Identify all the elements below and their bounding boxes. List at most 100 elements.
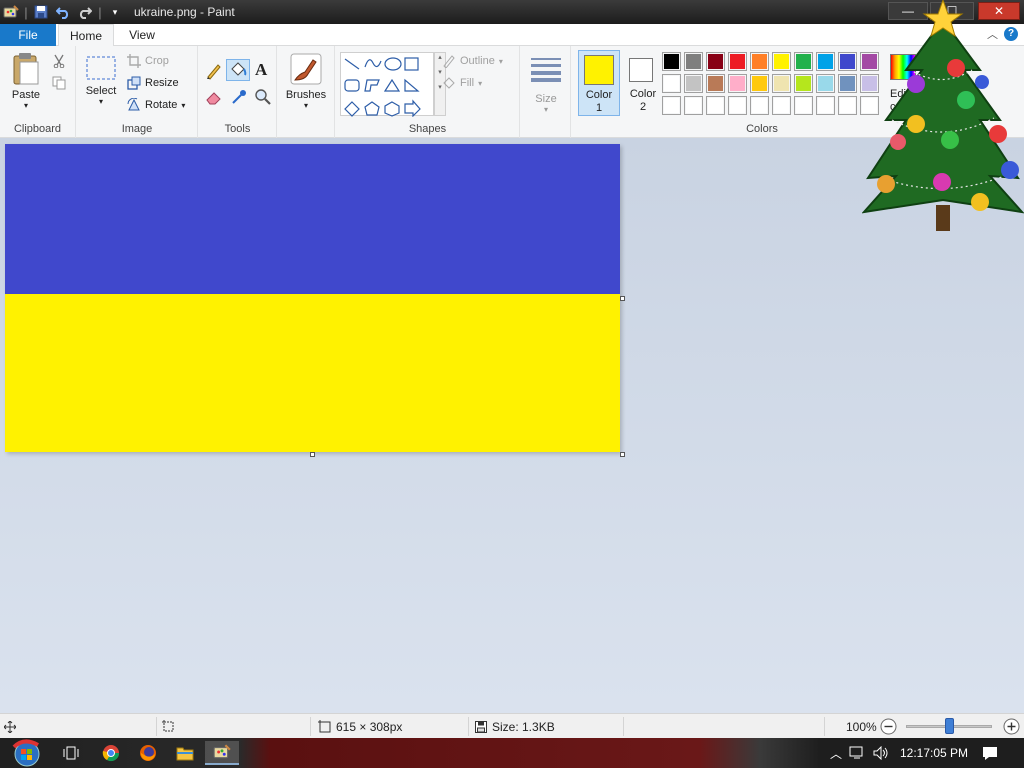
palette-swatch-color bbox=[664, 76, 679, 91]
pencil-icon[interactable] bbox=[205, 62, 223, 83]
palette-swatch[interactable] bbox=[772, 74, 791, 93]
palette-swatch-color bbox=[752, 76, 767, 91]
status-divider bbox=[310, 717, 311, 736]
palette-swatch[interactable] bbox=[728, 52, 747, 71]
select-icon bbox=[86, 56, 116, 80]
palette-swatch[interactable] bbox=[816, 74, 835, 93]
resize-label: Resize bbox=[145, 77, 179, 89]
outline-button[interactable]: Outline ▾ bbox=[442, 54, 503, 68]
palette-swatch[interactable] bbox=[706, 74, 725, 93]
palette-swatch[interactable] bbox=[838, 74, 857, 93]
resize-handle-right[interactable] bbox=[620, 296, 625, 301]
fill-icon bbox=[443, 77, 455, 89]
palette-swatch-color bbox=[752, 98, 767, 113]
color-picker-icon[interactable] bbox=[230, 88, 248, 109]
palette-swatch[interactable] bbox=[706, 52, 725, 71]
color2-swatch bbox=[629, 58, 653, 82]
palette-swatch[interactable] bbox=[816, 96, 835, 115]
rotate-button[interactable]: Rotate ▾ bbox=[127, 98, 185, 112]
shapes-gallery[interactable] bbox=[340, 52, 434, 118]
paint-taskbar-icon[interactable] bbox=[205, 741, 239, 765]
palette-swatch[interactable] bbox=[684, 74, 703, 93]
size-group: Size ▾ bbox=[521, 46, 571, 138]
text-tool-icon[interactable]: A bbox=[255, 60, 267, 80]
palette-swatch-color bbox=[774, 54, 789, 69]
palette-swatch[interactable] bbox=[750, 52, 769, 71]
resize-handle-bottom[interactable] bbox=[310, 452, 315, 457]
volume-icon[interactable] bbox=[870, 746, 892, 760]
palette-swatch[interactable] bbox=[684, 52, 703, 71]
palette-swatch[interactable] bbox=[772, 96, 791, 115]
palette-swatch-color bbox=[686, 76, 701, 91]
fill-bucket-icon[interactable] bbox=[226, 59, 250, 81]
color1-swatch bbox=[584, 55, 614, 85]
fill-label: Fill bbox=[460, 77, 475, 89]
palette-swatch[interactable] bbox=[838, 96, 857, 115]
show-hidden-icons-icon[interactable]: ︿ bbox=[828, 745, 844, 762]
redo-icon[interactable] bbox=[74, 1, 96, 23]
customize-dropdown-icon[interactable]: ▾ bbox=[104, 1, 126, 23]
palette-swatch-color bbox=[818, 54, 833, 69]
palette-swatch[interactable] bbox=[750, 74, 769, 93]
system-tray: ︿ 12:17:05 PM bbox=[828, 738, 998, 768]
tab-home[interactable]: Home bbox=[58, 24, 114, 47]
chrome-icon[interactable] bbox=[96, 741, 126, 765]
palette-swatch[interactable] bbox=[662, 96, 681, 115]
palette-swatch-color bbox=[774, 98, 789, 113]
zoom-slider-thumb[interactable] bbox=[945, 718, 954, 734]
copy-icon[interactable] bbox=[52, 76, 66, 93]
palette-swatch[interactable] bbox=[706, 96, 725, 115]
palette-swatch[interactable] bbox=[794, 74, 813, 93]
select-button[interactable]: Select ▾ bbox=[83, 54, 119, 106]
brushes-button[interactable]: Brushes ▾ bbox=[284, 52, 328, 110]
eraser-icon[interactable] bbox=[205, 88, 223, 109]
size-button[interactable]: Size ▾ bbox=[527, 56, 565, 114]
action-center-icon[interactable] bbox=[982, 746, 998, 761]
crop-button[interactable]: Crop bbox=[127, 54, 169, 68]
paint-app-icon[interactable] bbox=[0, 1, 22, 23]
palette-swatch[interactable] bbox=[684, 96, 703, 115]
color1-button[interactable]: Color 1 bbox=[578, 50, 620, 116]
paste-button[interactable]: Paste ▾ bbox=[6, 52, 46, 110]
save-icon[interactable] bbox=[30, 1, 52, 23]
fill-button[interactable]: Fill ▾ bbox=[442, 76, 482, 90]
palette-swatch[interactable] bbox=[772, 52, 791, 71]
tools-group-label: Tools bbox=[224, 123, 251, 135]
network-icon[interactable] bbox=[844, 746, 870, 760]
zoom-out-button[interactable] bbox=[880, 714, 897, 739]
file-explorer-icon[interactable] bbox=[170, 741, 200, 765]
palette-swatch[interactable] bbox=[794, 52, 813, 71]
palette-swatch-color bbox=[664, 98, 679, 113]
rotate-dropdown-icon: ▾ bbox=[181, 100, 186, 110]
palette-swatch-color bbox=[796, 54, 811, 69]
palette-swatch-color bbox=[664, 54, 679, 69]
resize-button[interactable]: Resize bbox=[127, 76, 179, 90]
paste-label: Paste bbox=[11, 89, 41, 101]
firefox-icon[interactable] bbox=[133, 741, 163, 765]
outline-label: Outline bbox=[460, 55, 495, 67]
undo-icon[interactable] bbox=[52, 1, 74, 23]
palette-swatch[interactable] bbox=[728, 74, 747, 93]
palette-swatch-color bbox=[840, 76, 855, 91]
start-button[interactable] bbox=[8, 739, 46, 767]
color2-button[interactable]: Color 2 bbox=[622, 50, 664, 116]
zoom-in-button[interactable] bbox=[1003, 714, 1020, 739]
palette-swatch[interactable] bbox=[838, 52, 857, 71]
palette-swatch[interactable] bbox=[750, 96, 769, 115]
task-view-icon[interactable] bbox=[56, 741, 86, 765]
palette-swatch[interactable] bbox=[794, 96, 813, 115]
tab-view[interactable]: View bbox=[116, 24, 168, 46]
palette-swatch[interactable] bbox=[662, 52, 681, 71]
palette-swatch[interactable] bbox=[816, 52, 835, 71]
dimensions-icon bbox=[318, 720, 331, 733]
clock[interactable]: 12:17:05 PM bbox=[900, 746, 968, 760]
resize-handle-corner[interactable] bbox=[620, 452, 625, 457]
cut-icon[interactable] bbox=[52, 54, 66, 71]
magnifier-icon[interactable] bbox=[254, 88, 272, 109]
status-divider bbox=[156, 717, 157, 736]
tab-file[interactable]: File bbox=[0, 24, 56, 46]
paste-dropdown-icon: ▾ bbox=[23, 101, 28, 110]
drawing-canvas[interactable] bbox=[5, 144, 620, 452]
palette-swatch[interactable] bbox=[662, 74, 681, 93]
palette-swatch[interactable] bbox=[728, 96, 747, 115]
